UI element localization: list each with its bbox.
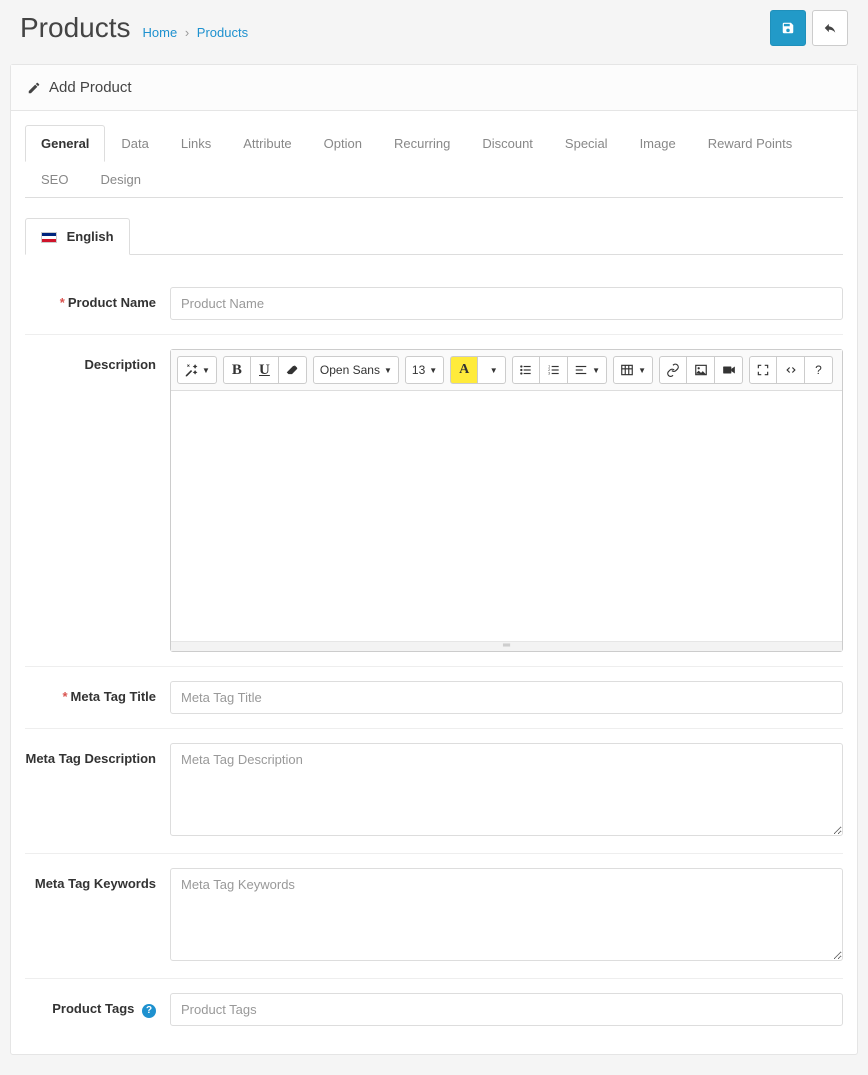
rich-text-editor: ▼ B U Open Sans▼ 13▼ (170, 349, 843, 652)
page-title: Products (20, 12, 131, 44)
editor-paragraph-button[interactable]: ▼ (568, 356, 607, 384)
product-tags-input[interactable] (170, 993, 843, 1026)
breadcrumb: Home › Products (143, 25, 249, 40)
editor-toolbar: ▼ B U Open Sans▼ 13▼ (171, 350, 842, 391)
editor-help-button[interactable]: ? (805, 356, 833, 384)
panel-body: General Data Links Attribute Option Recu… (11, 111, 857, 1054)
editor-bold-button[interactable]: B (223, 356, 251, 384)
form-group-meta-title: *Meta Tag Title (25, 666, 843, 728)
panel: Add Product General Data Links Attribute… (10, 64, 858, 1055)
editor-codeview-button[interactable] (777, 356, 805, 384)
fullscreen-icon (756, 363, 770, 377)
form-group-product-tags: Product Tags ? (25, 978, 843, 1040)
page-header: Products Home › Products (0, 0, 868, 64)
tab-image[interactable]: Image (624, 125, 692, 162)
picture-icon (694, 363, 708, 377)
label-meta-description: Meta Tag Description (25, 743, 170, 839)
label-meta-keywords: Meta Tag Keywords (25, 868, 170, 964)
editor-style-button[interactable]: ▼ (177, 356, 217, 384)
editor-ul-button[interactable] (512, 356, 540, 384)
save-icon (781, 21, 795, 35)
tab-attribute[interactable]: Attribute (227, 125, 307, 162)
lang-tab-english[interactable]: English (25, 218, 130, 255)
label-description: Description (25, 349, 170, 652)
page-actions (770, 10, 848, 46)
editor-clear-button[interactable] (279, 356, 307, 384)
tab-general[interactable]: General (25, 125, 105, 162)
pencil-icon (27, 81, 41, 95)
label-product-name: *Product Name (25, 287, 170, 320)
editor-resize-handle[interactable]: ═ (171, 641, 842, 651)
label-meta-title: *Meta Tag Title (25, 681, 170, 714)
list-ul-icon (519, 363, 533, 377)
align-icon (574, 363, 588, 377)
editor-font-size-button[interactable]: 13▼ (405, 356, 444, 384)
editor-font-family-button[interactable]: Open Sans▼ (313, 356, 399, 384)
form-group-meta-description: Meta Tag Description (25, 728, 843, 853)
tab-links[interactable]: Links (165, 125, 227, 162)
editor-ol-button[interactable]: 123 (540, 356, 568, 384)
table-icon (620, 363, 634, 377)
panel-heading: Add Product (11, 65, 857, 111)
video-icon (722, 363, 736, 377)
code-icon (784, 363, 798, 377)
meta-description-input[interactable] (170, 743, 843, 836)
tab-reward-points[interactable]: Reward Points (692, 125, 809, 162)
breadcrumb-separator: › (185, 25, 189, 40)
help-icon[interactable]: ? (142, 1004, 156, 1018)
breadcrumb-current[interactable]: Products (197, 25, 248, 40)
editor-fullscreen-button[interactable] (749, 356, 777, 384)
save-button[interactable] (770, 10, 806, 46)
tab-design[interactable]: Design (84, 161, 156, 198)
label-product-tags: Product Tags ? (25, 993, 170, 1026)
main-tabs: General Data Links Attribute Option Recu… (25, 125, 843, 198)
tab-data[interactable]: Data (105, 125, 164, 162)
meta-keywords-input[interactable] (170, 868, 843, 961)
tab-option[interactable]: Option (308, 125, 378, 162)
language-tabs: English (25, 218, 843, 255)
meta-title-input[interactable] (170, 681, 843, 714)
product-name-input[interactable] (170, 287, 843, 320)
editor-more-color-button[interactable]: ▼ (478, 356, 506, 384)
editor-font-color-button[interactable]: A (450, 356, 478, 384)
form-group-product-name: *Product Name (25, 273, 843, 334)
eraser-icon (285, 363, 299, 377)
editor-table-button[interactable]: ▼ (613, 356, 653, 384)
form-group-description: Description ▼ B U Open Sans▼ (25, 334, 843, 666)
breadcrumb-home[interactable]: Home (143, 25, 178, 40)
reply-icon (823, 21, 837, 35)
cancel-button[interactable] (812, 10, 848, 46)
editor-picture-button[interactable] (687, 356, 715, 384)
form-group-meta-keywords: Meta Tag Keywords (25, 853, 843, 978)
list-ol-icon: 123 (547, 363, 561, 377)
tab-seo[interactable]: SEO (25, 161, 84, 198)
editor-video-button[interactable] (715, 356, 743, 384)
tab-discount[interactable]: Discount (466, 125, 549, 162)
svg-text:3: 3 (548, 372, 550, 376)
flag-en-icon (41, 232, 57, 243)
lang-label: English (67, 229, 114, 244)
tab-special[interactable]: Special (549, 125, 624, 162)
magic-icon (184, 363, 198, 377)
tab-content: *Product Name Description ▼ B U (25, 255, 843, 1040)
editor-underline-button[interactable]: U (251, 356, 279, 384)
editor-link-button[interactable] (659, 356, 687, 384)
tab-recurring[interactable]: Recurring (378, 125, 466, 162)
editor-textarea[interactable] (171, 391, 842, 641)
link-icon (666, 363, 680, 377)
panel-heading-text: Add Product (49, 79, 132, 96)
page-header-left: Products Home › Products (20, 12, 248, 44)
